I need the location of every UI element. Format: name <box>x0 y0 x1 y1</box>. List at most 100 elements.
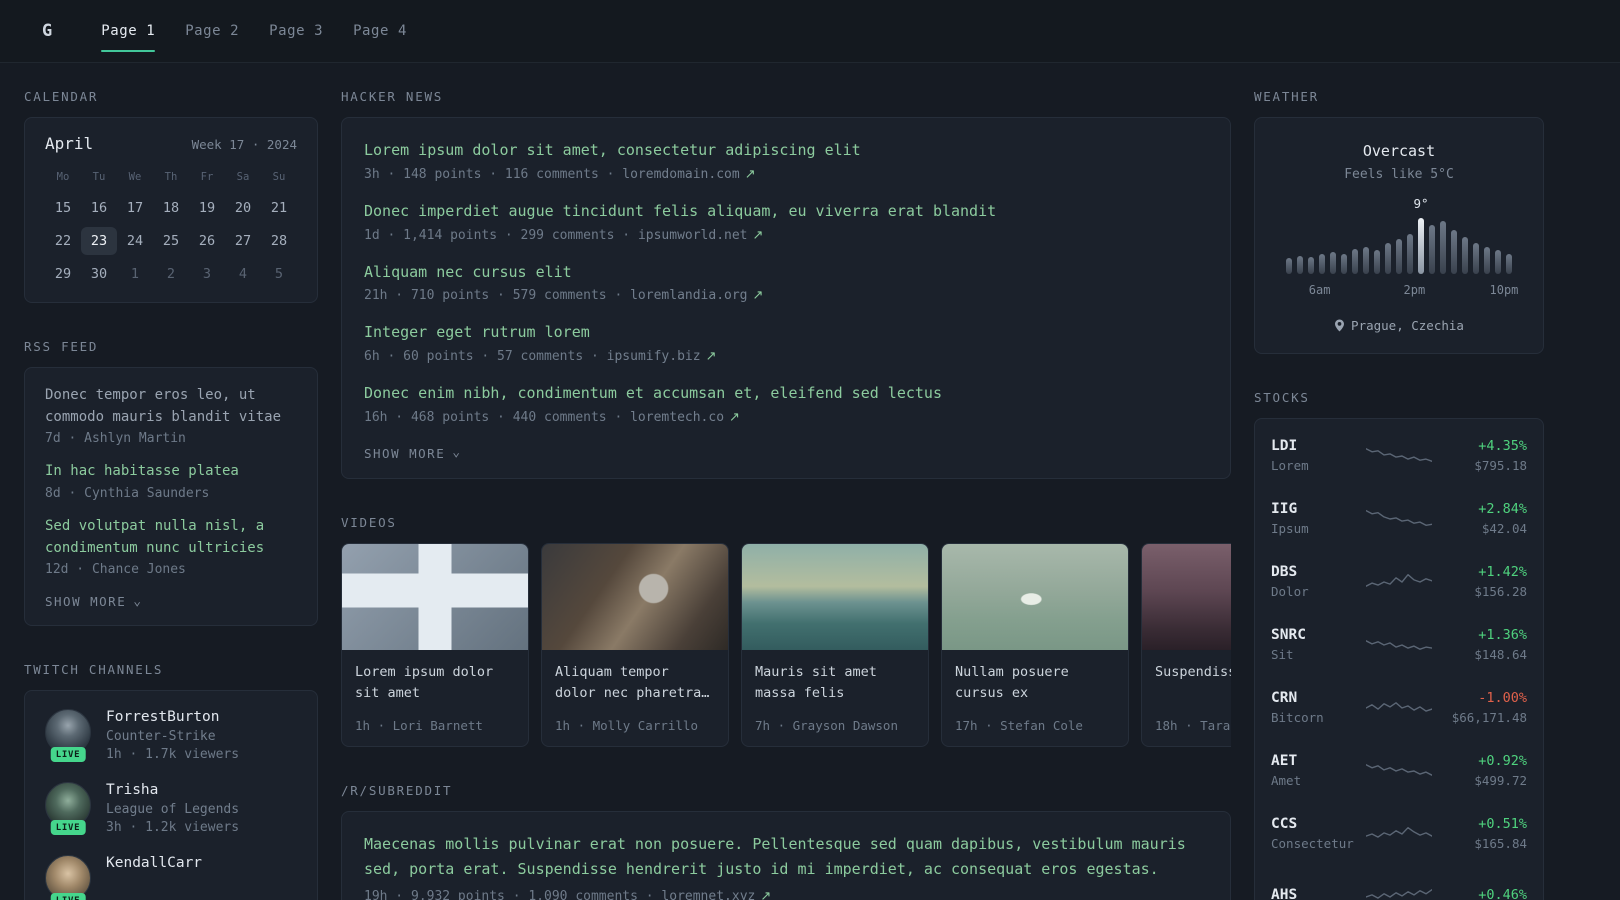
stock-values: +4.35% $795.18 <box>1441 438 1527 473</box>
tab-page-3[interactable]: Page 3 <box>254 0 338 62</box>
rss-item-title[interactable]: Donec tempor eros leo, ut commodo mauris… <box>45 385 297 428</box>
channel-name[interactable]: ForrestBurton <box>106 709 239 725</box>
calendar-day-selected[interactable]: 23 <box>81 227 117 255</box>
calendar-day[interactable]: 17 <box>117 194 153 222</box>
stock-ticker[interactable]: IIG <box>1271 501 1357 517</box>
calendar-day[interactable]: 2 <box>153 260 189 288</box>
calendar-day[interactable]: 16 <box>81 194 117 222</box>
video-card[interactable]: Suspendisse diam 18h · Tara <box>1141 542 1231 747</box>
stock-ticker[interactable]: SNRC <box>1271 627 1357 643</box>
calendar-day[interactable]: 27 <box>225 227 261 255</box>
calendar-day[interactable]: 30 <box>81 260 117 288</box>
twitch-channel[interactable]: LIVE KendallCarr <box>45 855 297 900</box>
stock-row[interactable]: IIG Ipsum +2.84% $42.04 <box>1271 487 1527 550</box>
weather-location[interactable]: Prague, Czechia <box>1271 318 1527 333</box>
video-thumbnail[interactable] <box>1142 543 1231 650</box>
channel-game: Counter-Strike <box>106 729 216 745</box>
stock-row[interactable]: DBS Dolor +1.42% $156.28 <box>1271 550 1527 613</box>
twitch-channel[interactable]: LIVE ForrestBurton Counter-Strike 1h · 1… <box>45 709 297 763</box>
video-card[interactable]: Nullam posuere cursus ex 17h · Stefan Co… <box>941 542 1129 747</box>
video-title[interactable]: Lorem ipsum dolor sit amet consectetu… <box>355 662 515 706</box>
stock-ticker[interactable]: CCS <box>1271 816 1357 832</box>
hn-item-title[interactable]: Donec imperdiet augue tincidunt felis al… <box>364 201 1208 223</box>
hn-domain-link[interactable]: ipsumify.biz <box>607 349 701 364</box>
calendar-day[interactable]: 20 <box>225 194 261 222</box>
video-thumbnail[interactable] <box>542 543 728 650</box>
hn-item-title[interactable]: Donec enim nibh, condimentum et accumsan… <box>364 383 1208 405</box>
stock-row[interactable]: AHS +0.46% <box>1271 865 1527 900</box>
tab-page-1[interactable]: Page 1 <box>86 0 170 62</box>
hn-item-title[interactable]: Lorem ipsum dolor sit amet, consectetur … <box>364 140 1208 162</box>
rss-item-title[interactable]: In hac habitasse platea <box>45 461 297 483</box>
rss-show-more-button[interactable]: SHOW MORE ⌄ <box>45 594 143 609</box>
tab-page-4[interactable]: Page 4 <box>338 0 422 62</box>
video-title[interactable]: Nullam posuere cursus ex <box>955 662 1115 706</box>
calendar-day[interactable]: 25 <box>153 227 189 255</box>
calendar-day[interactable]: 24 <box>117 227 153 255</box>
stock-row[interactable]: CCS Consectetur +0.51% $165.84 <box>1271 802 1527 865</box>
hn-item-title[interactable]: Aliquam nec cursus elit <box>364 262 1208 284</box>
calendar-day[interactable]: 19 <box>189 194 225 222</box>
calendar-day[interactable]: 29 <box>45 260 81 288</box>
rss-item[interactable]: Donec tempor eros leo, ut commodo mauris… <box>45 385 297 446</box>
weather-bar <box>1374 250 1380 274</box>
stock-ticker[interactable]: DBS <box>1271 564 1357 580</box>
hn-item[interactable]: Donec enim nibh, condimentum et accumsan… <box>364 383 1208 425</box>
hn-domain-link[interactable]: loremdomain.com <box>622 167 739 182</box>
calendar-day[interactable]: 4 <box>225 260 261 288</box>
hn-show-more-button[interactable]: SHOW MORE ⌄ <box>364 446 462 461</box>
video-thumbnail[interactable] <box>342 543 528 650</box>
hn-item[interactable]: Aliquam nec cursus elit 21h · 710 points… <box>364 262 1208 304</box>
calendar-day[interactable]: 15 <box>45 194 81 222</box>
tab-page-2[interactable]: Page 2 <box>170 0 254 62</box>
video-card[interactable]: Mauris sit amet massa felis 7h · Grayson… <box>741 542 929 747</box>
hn-domain-link[interactable]: loremtech.co <box>630 410 724 425</box>
weather-feels-like: Feels like 5°C <box>1344 167 1454 182</box>
calendar-day[interactable]: 5 <box>261 260 297 288</box>
stock-row[interactable]: CRN Bitcorn -1.00% $66,171.48 <box>1271 676 1527 739</box>
weather-bar <box>1308 257 1314 274</box>
subreddit-post-title[interactable]: Maecenas mollis pulvinar erat non posuer… <box>364 832 1208 882</box>
channel-name[interactable]: Trisha <box>106 782 239 798</box>
weather-location-text: Prague, Czechia <box>1351 318 1464 333</box>
rss-item[interactable]: Sed volutpat nulla nisl, a condimentum n… <box>45 516 297 577</box>
stock-row[interactable]: SNRC Sit +1.36% $148.64 <box>1271 613 1527 676</box>
calendar-day[interactable]: 18 <box>153 194 189 222</box>
rss-item-title[interactable]: Sed volutpat nulla nisl, a condimentum n… <box>45 516 297 559</box>
hn-domain-link[interactable]: loremlandia.org <box>630 288 747 303</box>
weather-bar <box>1396 239 1402 274</box>
subreddit-domain-link[interactable]: loremnet.xyz <box>661 889 755 900</box>
channel-name[interactable]: KendallCarr <box>106 855 202 871</box>
stock-ticker[interactable]: AET <box>1271 753 1357 769</box>
video-title[interactable]: Mauris sit amet massa felis <box>755 662 915 706</box>
hn-item-title[interactable]: Integer eget rutrum lorem <box>364 322 1208 344</box>
calendar-day[interactable]: 1 <box>117 260 153 288</box>
hn-item[interactable]: Integer eget rutrum lorem 6h · 60 points… <box>364 322 1208 364</box>
calendar-day[interactable]: 21 <box>261 194 297 222</box>
calendar-day[interactable]: 22 <box>45 227 81 255</box>
video-card[interactable]: Aliquam tempor dolor nec pharetra… 1h · … <box>541 542 729 747</box>
calendar-day[interactable]: 3 <box>189 260 225 288</box>
video-title[interactable]: Suspendisse diam <box>1155 662 1231 706</box>
twitch-channel[interactable]: LIVE Trisha League of Legends 3h · 1.2k … <box>45 782 297 836</box>
stock-name: Amet <box>1271 773 1302 788</box>
stock-ticker[interactable]: CRN <box>1271 690 1357 706</box>
stock-ticker[interactable]: LDI <box>1271 438 1357 454</box>
stock-ticker[interactable]: AHS <box>1271 887 1357 900</box>
rss-item[interactable]: In hac habitasse platea 8d · Cynthia Sau… <box>45 461 297 501</box>
hn-item[interactable]: Donec imperdiet augue tincidunt felis al… <box>364 201 1208 243</box>
stock-change: +1.42% <box>1478 564 1527 580</box>
calendar-day[interactable]: 28 <box>261 227 297 255</box>
hn-item[interactable]: Lorem ipsum dolor sit amet, consectetur … <box>364 140 1208 182</box>
stock-id: IIG Ipsum <box>1271 501 1357 536</box>
video-thumbnail[interactable] <box>742 543 928 650</box>
stock-row[interactable]: LDI Lorem +4.35% $795.18 <box>1271 424 1527 487</box>
video-title[interactable]: Aliquam tempor dolor nec pharetra… <box>555 662 715 706</box>
stock-row[interactable]: AET Amet +0.92% $499.72 <box>1271 739 1527 802</box>
hn-domain-link[interactable]: ipsumworld.net <box>638 228 748 243</box>
weather-condition: Overcast <box>1362 142 1436 160</box>
video-card[interactable]: Lorem ipsum dolor sit amet consectetu… 1… <box>341 542 529 747</box>
calendar-day[interactable]: 26 <box>189 227 225 255</box>
app-logo[interactable]: G <box>42 21 52 41</box>
video-thumbnail[interactable] <box>942 543 1128 650</box>
